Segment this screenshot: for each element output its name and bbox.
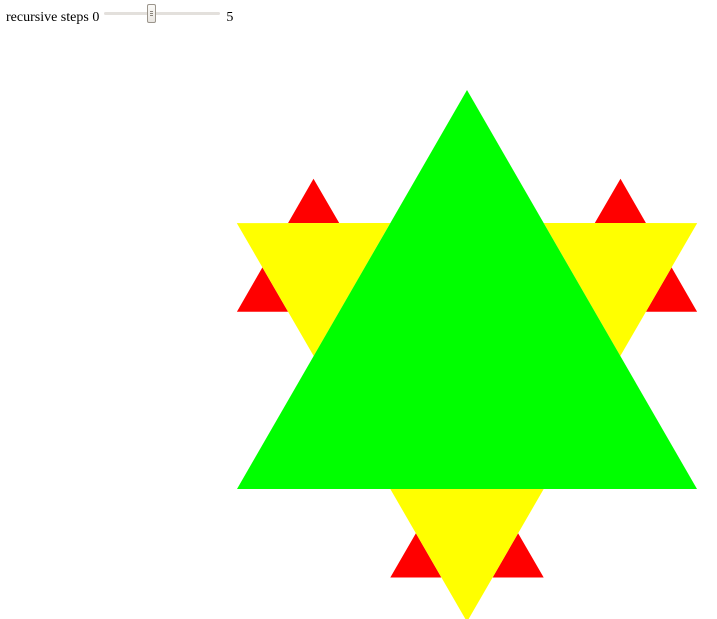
grip-line-icon	[150, 13, 154, 14]
fractal-level-1-triangle	[543, 223, 698, 356]
fractal-base-triangle	[237, 90, 697, 489]
fractal-level-2-triangle	[492, 533, 544, 578]
fractal-base-triangle-shape	[237, 90, 697, 489]
fractal-level-2-triangle	[236, 267, 289, 312]
fractal-level-1-triangles	[236, 223, 698, 619]
recursion-controls: recursive steps 0 5	[6, 4, 234, 28]
fractal-level-2-triangle	[390, 533, 442, 578]
slider-thumb[interactable]	[147, 4, 157, 23]
fractal-level-1-triangle	[390, 489, 544, 619]
recursive-steps-label: recursive steps	[6, 10, 89, 25]
grip-line-icon	[150, 15, 154, 16]
slider-max-label: 5	[226, 10, 234, 25]
grip-line-icon	[150, 11, 154, 12]
fractal-level-2-triangle	[288, 178, 340, 224]
fractal-level-1-triangle	[236, 223, 391, 356]
fractal-level-2-triangle	[645, 267, 698, 312]
fractal-level-2-triangle	[594, 178, 646, 224]
koch-fractal-canvas	[236, 90, 698, 619]
recursive-steps-slider[interactable]	[104, 4, 221, 28]
fractal-level-2-triangles	[236, 178, 698, 578]
slider-min-label: 0	[92, 10, 100, 25]
slider-track[interactable]	[104, 12, 221, 15]
